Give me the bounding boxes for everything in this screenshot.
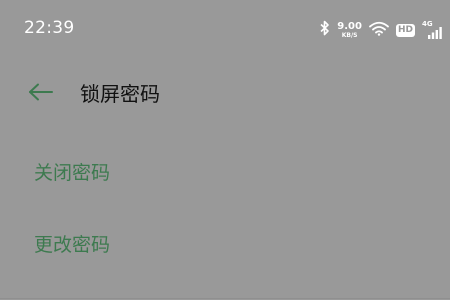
change-password-item[interactable]: 更改密码 [34, 231, 110, 259]
network-speed: 9.00 KB/S [337, 20, 362, 39]
status-time: 22:39 [24, 18, 75, 38]
network-speed-value: 9.00 [337, 20, 362, 32]
network-speed-unit: KB/S [341, 31, 358, 39]
bluetooth-icon [320, 20, 330, 40]
page-title: 锁屏密码 [80, 82, 160, 106]
cellular-signal-icon: 4G [422, 21, 442, 39]
divider [0, 298, 450, 299]
arrow-left-icon [28, 83, 54, 105]
hd-icon: HD [395, 23, 415, 37]
page-header: 锁屏密码 [0, 70, 450, 118]
status-bar: 22:39 9.00 KB/S HD 4G [0, 0, 450, 60]
status-icons: 9.00 KB/S HD 4G [320, 18, 442, 42]
close-password-item[interactable]: 关闭密码 [34, 159, 110, 187]
wifi-icon [369, 21, 389, 40]
back-button[interactable] [26, 80, 56, 108]
